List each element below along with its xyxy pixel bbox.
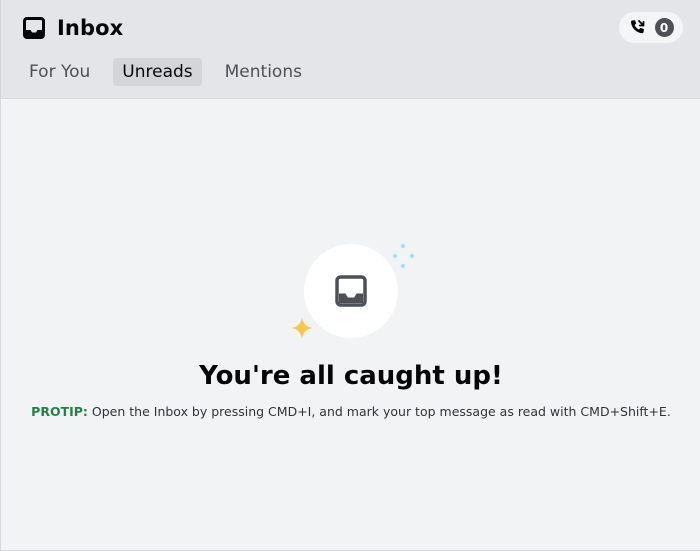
missed-calls-button[interactable]: 0 [619,12,683,43]
inbox-icon [23,17,45,39]
empty-illustration [304,244,398,338]
sparkle-icon [290,316,314,340]
protip-label: PROTIP: [31,404,88,419]
tab-for-you[interactable]: For You [20,58,99,86]
inbox-panel: Inbox 0 For You Unreads Mentions You're … [0,0,700,551]
title-row: Inbox [23,12,123,44]
missed-calls-badge: 0 [654,18,674,37]
protip-text: PROTIP: Open the Inbox by pressing CMD+I… [1,404,700,419]
tab-mentions[interactable]: Mentions [216,58,311,86]
empty-state-heading: You're all caught up! [199,361,503,391]
inbox-tabs: For You Unreads Mentions [20,58,311,86]
tab-unreads[interactable]: Unreads [113,58,202,86]
empty-state: You're all caught up! PROTIP: Open the I… [1,99,700,550]
phone-missed-icon [629,19,647,37]
sparkle-dots-icon [387,242,417,272]
protip-body: Open the Inbox by pressing CMD+I, and ma… [87,404,671,419]
page-title: Inbox [57,16,124,40]
inbox-tray-icon [335,275,367,307]
inbox-header: Inbox 0 For You Unreads Mentions [1,0,700,99]
